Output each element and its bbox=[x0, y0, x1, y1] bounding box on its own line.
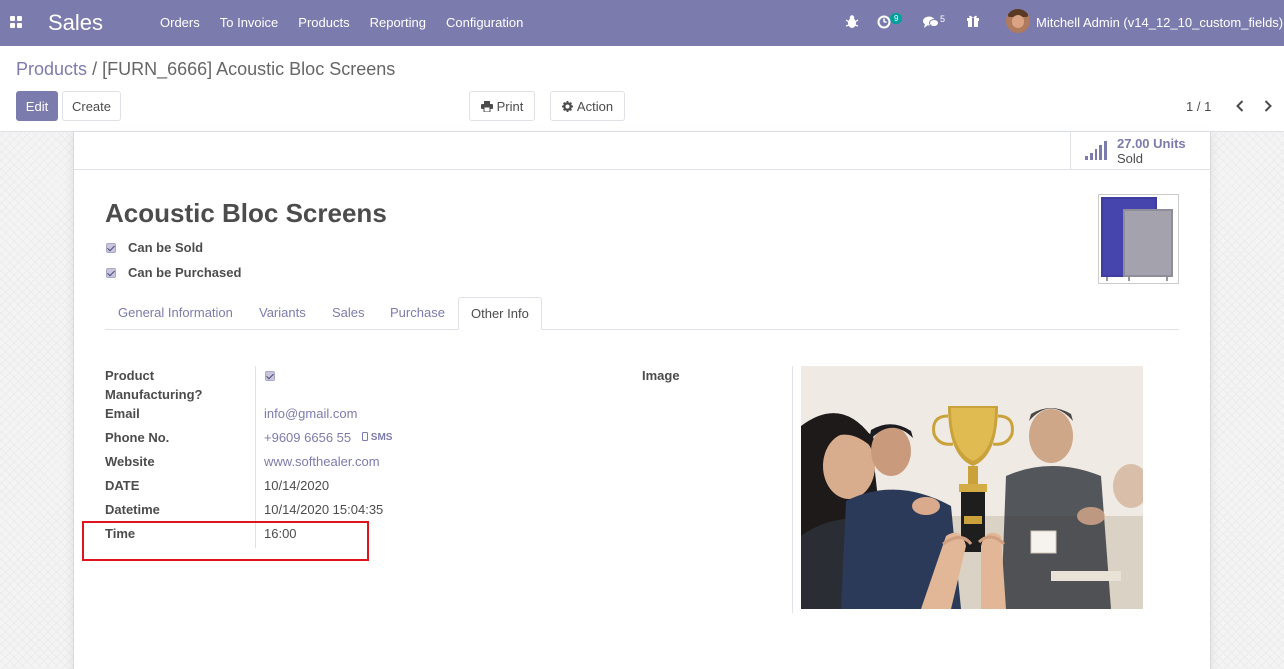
trophy-celebration-photo[interactable] bbox=[801, 366, 1143, 609]
activity-clock-icon[interactable] bbox=[877, 15, 891, 29]
action-button[interactable]: Action bbox=[550, 91, 625, 121]
smart-button-box: 27.00 Units Sold bbox=[74, 132, 1212, 170]
website-label: Website bbox=[105, 454, 155, 469]
action-button-label: Action bbox=[576, 98, 614, 114]
tab-other-info[interactable]: Other Info bbox=[458, 297, 542, 330]
trophy-photo-picture bbox=[801, 366, 1143, 609]
debug-bug-icon[interactable] bbox=[845, 14, 859, 30]
chevron-right-icon bbox=[1264, 100, 1272, 112]
email-label: Email bbox=[105, 406, 140, 421]
apps-menu-icon[interactable] bbox=[10, 16, 22, 28]
date-value[interactable]: 10/14/2020 bbox=[264, 478, 329, 493]
edit-button[interactable]: Edit bbox=[16, 91, 58, 121]
phone-label: Phone No. bbox=[105, 430, 170, 445]
datetime-value[interactable]: 10/14/2020 15:04:35 bbox=[264, 502, 383, 517]
can-be-sold-checkbox[interactable] bbox=[106, 243, 116, 253]
printer-icon bbox=[480, 100, 493, 112]
user-menu-name[interactable]: Mitchell Admin (v14_12_10_custom_fields) bbox=[1036, 15, 1283, 30]
breadcrumb-current: [FURN_6666] Acoustic Bloc Screens bbox=[102, 59, 396, 79]
tab-purchase[interactable]: Purchase bbox=[378, 297, 457, 330]
notebook-tabs: General Information Variants Sales Purch… bbox=[105, 297, 1179, 330]
gift-icon[interactable] bbox=[966, 14, 980, 28]
units-sold-label: Sold bbox=[1117, 151, 1144, 166]
user-avatar[interactable] bbox=[1006, 9, 1030, 33]
tab-sales[interactable]: Sales bbox=[320, 297, 377, 330]
time-field-highlight-box bbox=[82, 521, 369, 561]
menu-configuration[interactable]: Configuration bbox=[446, 15, 523, 30]
product-name[interactable]: Acoustic Bloc Screens bbox=[105, 198, 387, 229]
can-be-purchased-checkbox[interactable] bbox=[106, 268, 116, 278]
app-name[interactable]: Sales bbox=[48, 10, 103, 36]
website-value[interactable]: www.softhealer.com bbox=[264, 454, 380, 469]
print-button-label: Print bbox=[496, 98, 524, 114]
product-manufacturing-checkbox[interactable] bbox=[265, 371, 275, 381]
activity-count-badge: 9 bbox=[890, 13, 903, 24]
bar-chart-icon bbox=[1085, 140, 1107, 160]
email-value[interactable]: info@gmail.com bbox=[264, 406, 357, 421]
breadcrumb-products-link[interactable]: Products bbox=[16, 59, 87, 79]
menu-orders[interactable]: Orders bbox=[160, 15, 200, 30]
pager-value[interactable]: 1 / 1 bbox=[1186, 99, 1211, 114]
sms-label: SMS bbox=[370, 432, 393, 443]
create-button[interactable]: Create bbox=[62, 91, 121, 121]
units-sold-value: 27.00 Units bbox=[1117, 136, 1186, 151]
breadcrumb: Products / [FURN_6666] Acoustic Bloc Scr… bbox=[16, 59, 395, 80]
pager-previous-button[interactable] bbox=[1232, 96, 1248, 116]
print-button[interactable]: Print bbox=[469, 91, 535, 121]
datetime-label: Datetime bbox=[105, 502, 160, 517]
can-be-purchased-label: Can be Purchased bbox=[128, 265, 242, 280]
can-be-sold-label: Can be Sold bbox=[128, 240, 204, 255]
menu-to-invoice[interactable]: To Invoice bbox=[220, 15, 279, 30]
acoustic-screen-picture bbox=[1101, 197, 1173, 281]
main-menu: Orders To Invoice Products Reporting Con… bbox=[160, 15, 543, 30]
breadcrumb-separator: / bbox=[92, 59, 98, 79]
top-navbar: Sales Orders To Invoice Products Reporti… bbox=[0, 0, 1284, 46]
mobile-phone-icon bbox=[362, 432, 368, 441]
date-label: DATE bbox=[105, 478, 140, 493]
messages-chat-icon[interactable] bbox=[923, 15, 939, 29]
pager-next-button[interactable] bbox=[1260, 96, 1276, 116]
tab-variants[interactable]: Variants bbox=[247, 297, 318, 330]
chevron-left-icon bbox=[1236, 100, 1244, 112]
menu-products[interactable]: Products bbox=[298, 15, 349, 30]
phone-value[interactable]: +9609 6656 55 bbox=[264, 430, 351, 445]
units-sold-smart-button[interactable]: 27.00 Units Sold bbox=[1070, 132, 1212, 170]
sms-button[interactable]: SMS bbox=[362, 432, 392, 443]
gear-icon bbox=[561, 100, 573, 112]
image-field-separator bbox=[792, 366, 793, 613]
tab-general-information[interactable]: General Information bbox=[106, 297, 245, 330]
product-manufacturing-label: Product Manufacturing? bbox=[105, 368, 203, 402]
image-label: Image bbox=[642, 368, 680, 383]
menu-reporting[interactable]: Reporting bbox=[370, 15, 426, 30]
messages-count: 5 bbox=[940, 14, 946, 24]
product-image[interactable] bbox=[1098, 194, 1179, 284]
